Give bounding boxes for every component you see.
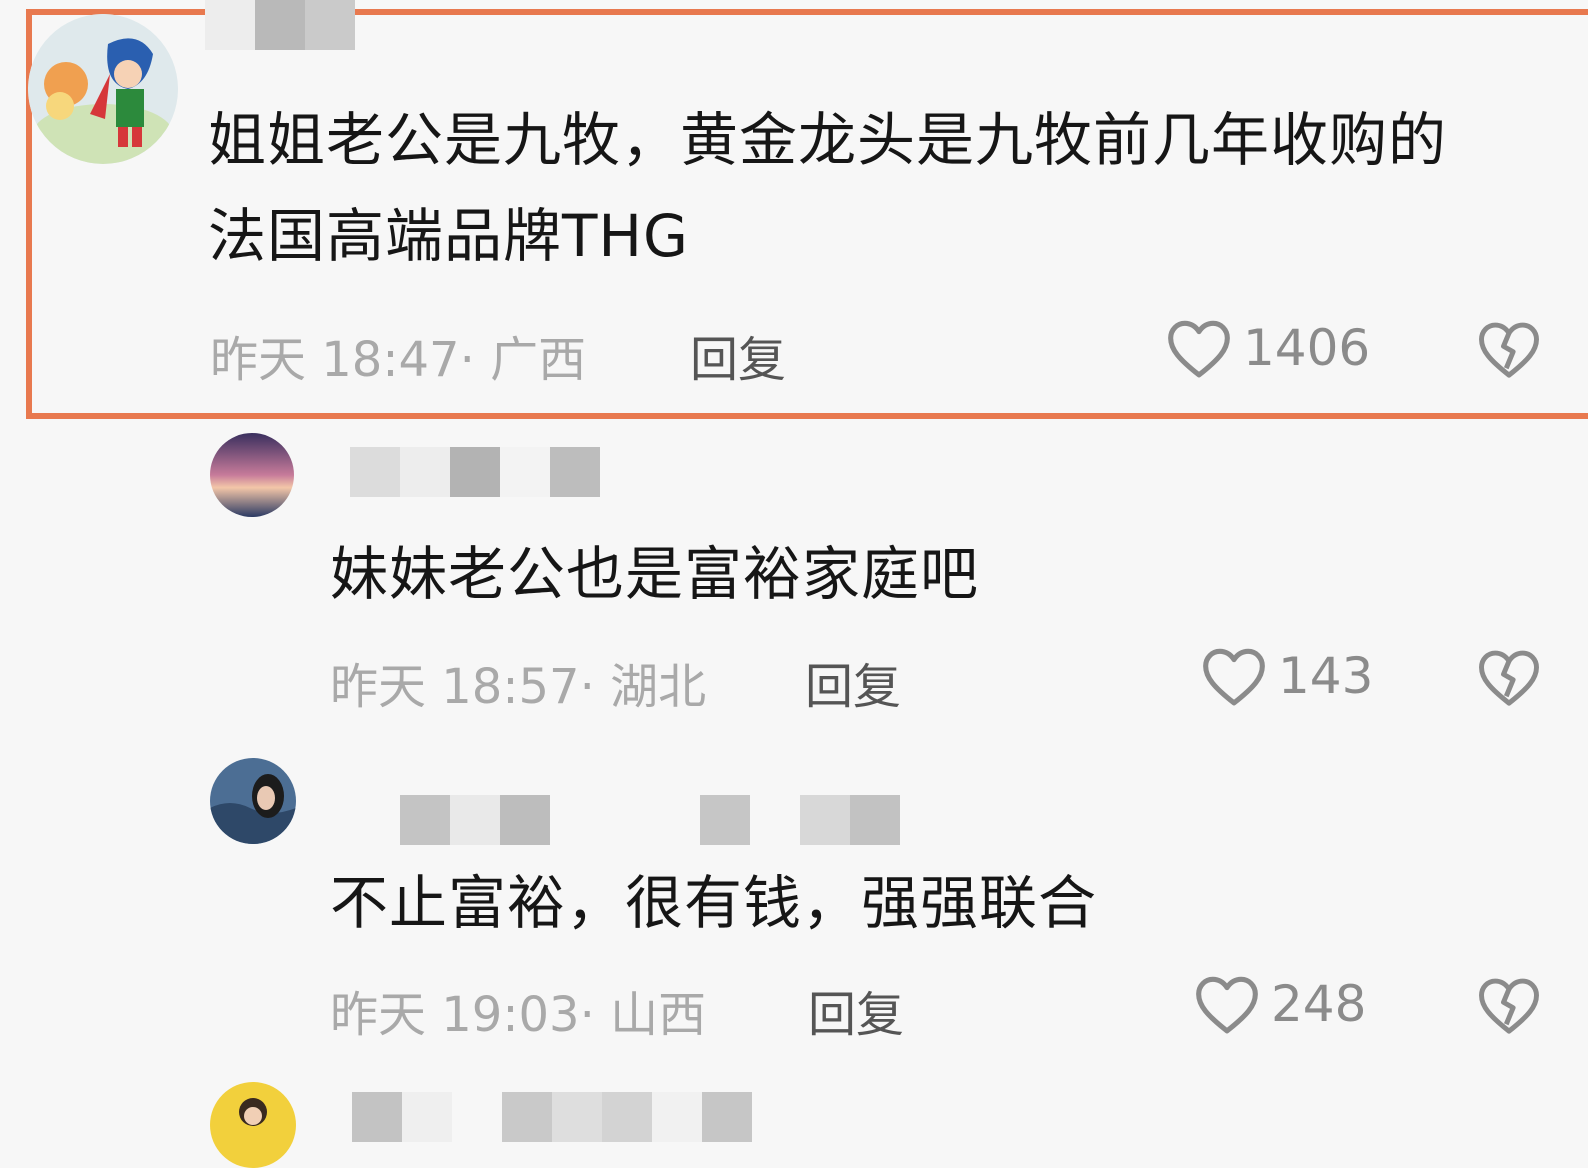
comment-meta: 昨天 19:03· 山西 xyxy=(330,975,706,1045)
avatar[interactable] xyxy=(210,758,296,844)
reply-button[interactable]: 回复 xyxy=(690,320,786,390)
like-button[interactable]: 143 xyxy=(1200,644,1373,708)
like-button[interactable]: 248 xyxy=(1193,972,1366,1036)
avatar[interactable] xyxy=(210,1082,296,1168)
broken-heart-icon xyxy=(1479,978,1539,1034)
reply-button[interactable]: 回复 xyxy=(808,975,904,1045)
photo-avatar-icon xyxy=(210,1082,296,1168)
reply-button[interactable]: 回复 xyxy=(805,647,901,717)
broken-heart-icon xyxy=(1479,650,1539,706)
timestamp: 昨天 18:47 xyxy=(210,332,460,388)
dislike-button[interactable] xyxy=(1476,318,1542,380)
comment-text-line: 姐姐老公是九牧，黄金龙头是九牧前几年收购的 xyxy=(208,106,1448,174)
comment-text-line: 法国高端品牌THG xyxy=(208,202,689,270)
dislike-button[interactable] xyxy=(1476,646,1542,708)
broken-heart-icon xyxy=(1479,322,1539,378)
like-count: 1406 xyxy=(1243,319,1371,377)
like-count: 248 xyxy=(1271,975,1367,1033)
heart-outline-icon xyxy=(1196,976,1258,1034)
comment-text: 姐姐老公是九牧，黄金龙头是九牧前几年收购的 法国高端品牌THG xyxy=(208,92,1447,284)
heart-outline-icon xyxy=(1168,320,1230,378)
username-redacted[interactable] xyxy=(400,795,900,845)
location: · 广西 xyxy=(459,332,587,388)
cartoon-avatar-icon xyxy=(28,14,178,164)
username-redacted[interactable] xyxy=(205,0,355,50)
like-count: 143 xyxy=(1278,647,1374,705)
dislike-button[interactable] xyxy=(1476,974,1542,1036)
photo-avatar-icon xyxy=(210,758,296,844)
username-redacted[interactable] xyxy=(350,447,600,497)
like-button[interactable]: 1406 xyxy=(1165,316,1370,380)
heart-outline-icon xyxy=(1203,648,1265,706)
timestamp: 昨天 18:57 xyxy=(330,659,580,715)
comment-text: 不止富裕，很有钱，强强联合 xyxy=(330,869,1098,937)
location: · 山西 xyxy=(579,987,707,1043)
comment-text: 妹妹老公也是富裕家庭吧 xyxy=(330,540,980,608)
comment-meta: 昨天 18:57· 湖北 xyxy=(330,647,706,717)
comment-meta: 昨天 18:47· 广西 xyxy=(210,320,586,390)
timestamp: 昨天 19:03 xyxy=(330,987,580,1043)
avatar[interactable] xyxy=(210,433,294,517)
sunset-avatar-icon xyxy=(210,433,294,517)
username-redacted[interactable] xyxy=(352,1092,752,1142)
location: · 湖北 xyxy=(579,659,707,715)
avatar[interactable] xyxy=(28,14,178,164)
